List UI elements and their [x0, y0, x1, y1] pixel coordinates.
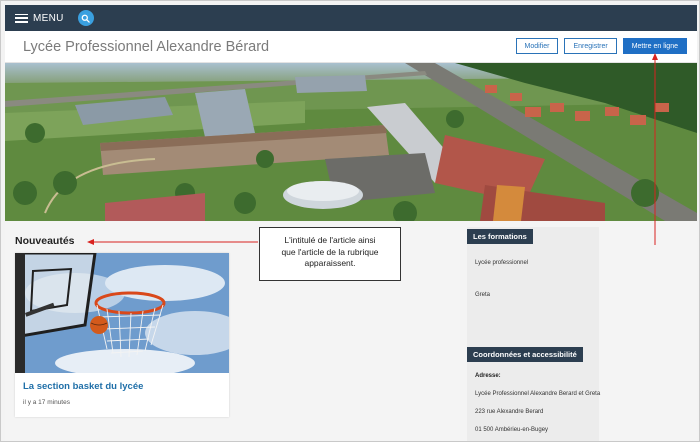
contact-heading: Coordonnées et accessibilité — [467, 347, 583, 362]
sidebar: Les formations Lycée professionnel Greta… — [467, 227, 601, 441]
hamburger-icon — [15, 13, 28, 23]
main-content: Nouveautés La section basket du lycée il… — [5, 221, 697, 441]
modifier-button[interactable]: Modifier — [515, 38, 559, 54]
article-timestamp: il y a 17 minutes — [23, 399, 70, 406]
article-title[interactable]: La section basket du lycée — [23, 381, 143, 392]
search-button[interactable] — [77, 10, 94, 26]
address-line-2: 223 rue Alexandre Berard — [475, 409, 544, 415]
search-icon — [81, 14, 90, 23]
annotation-callout: L'intitulé de l'article ainsi que l'arti… — [259, 227, 401, 281]
formation-link-greta[interactable]: Greta — [475, 292, 490, 298]
address-label: Adresse: — [475, 373, 501, 379]
formation-link-lycee[interactable]: Lycée professionnel — [475, 260, 528, 266]
callout-line-1: L'intitulé de l'article ainsi — [284, 235, 376, 245]
nouveautes-heading: Nouveautés — [15, 235, 75, 247]
callout-line-2: que l'article de la rubrique — [281, 246, 379, 257]
article-card[interactable]: La section basket du lycée il y a 17 min… — [15, 253, 229, 417]
site-title: Lycée Professionnel Alexandre Bérard — [23, 38, 270, 55]
header-actions: Modifier Enregistrer Mettre en ligne — [515, 38, 687, 54]
address-line-1: Lycée Professionnel Alexandre Berard et … — [475, 391, 601, 397]
address-line-3: 01 500 Ambérieu-en-Bugey — [475, 427, 549, 433]
site-header: Lycée Professionnel Alexandre Bérard Mod… — [5, 31, 697, 63]
callout-line-3: apparaissent. — [304, 258, 356, 268]
menu-button[interactable]: MENU — [15, 13, 64, 24]
hero-aerial-image — [5, 63, 697, 221]
formations-heading: Les formations — [467, 229, 533, 244]
article-image-basketball-hoop — [15, 253, 229, 373]
browser-frame: MENU Lycée Professionnel Alexandre Bérar… — [0, 0, 700, 442]
menu-label: MENU — [33, 12, 64, 24]
enregistrer-button[interactable]: Enregistrer — [564, 38, 617, 54]
top-navigation-bar: MENU — [5, 5, 697, 31]
publish-button[interactable]: Mettre en ligne — [622, 38, 687, 54]
